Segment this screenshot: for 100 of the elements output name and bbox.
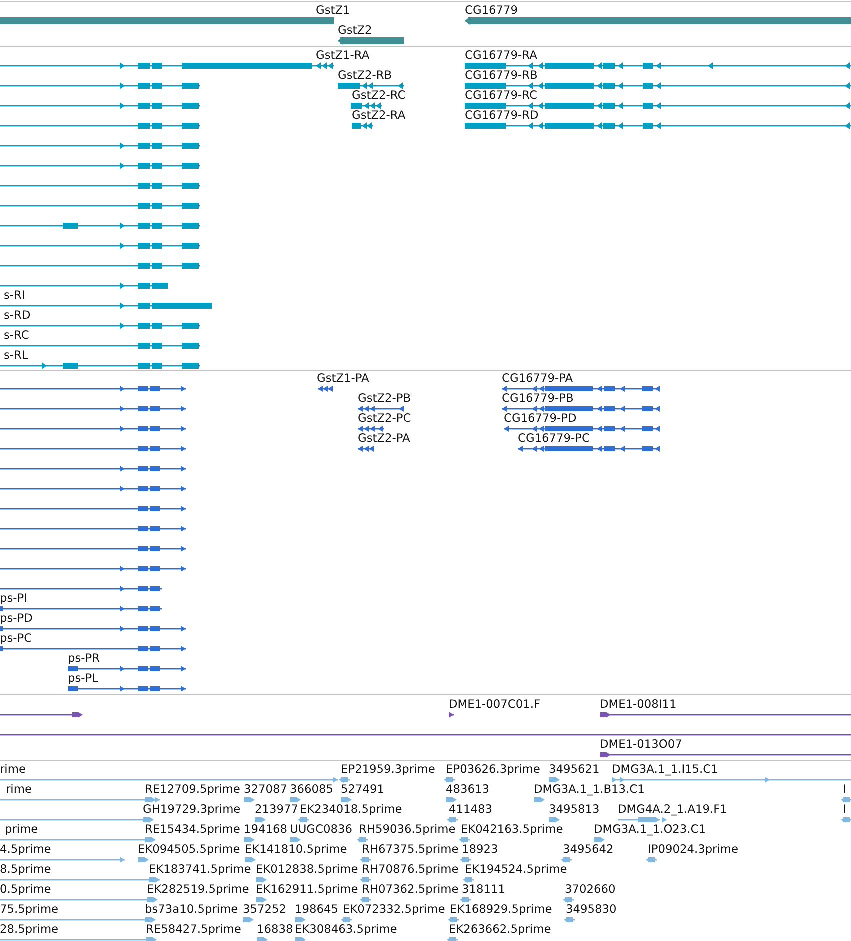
feature-label: I [843,803,846,816]
feature-label: CG16779-PB [502,392,574,405]
feature-label: s-RD [4,309,31,322]
est-glyph [290,797,301,803]
est-glyph [447,817,458,823]
feature-label: DME1-007C01.F [449,698,541,711]
feature-label: RH07362.5prime [362,883,459,896]
est-glyph [255,817,266,823]
feature-label: DMG3A.1_1.I15.C1 [612,763,718,776]
feature-label: ps-PI [0,592,28,605]
feature-label: CG16779-RC [465,89,538,102]
feature-label: CG16779-RB [465,69,538,82]
est-glyph [341,797,352,803]
est-glyph [244,837,255,843]
feature-label: GstZ2-RA [352,109,406,122]
feature-label: GstZ2-PA [358,432,410,445]
feature-label: EP03626.3prime [446,763,540,776]
est-glyph [360,857,371,863]
est-glyph [243,917,254,923]
feature-label: EK012838.5prime [256,863,358,876]
protein-glyph [358,426,384,432]
est-glyph [298,817,309,823]
est-glyph [341,917,352,923]
feature-label: 527491 [341,783,384,796]
feature-label: 28.5prime [0,923,59,936]
feature-label: CG16779-PA [502,372,574,385]
feature-label: GstZ2-PC [358,412,412,425]
est-glyph [360,877,371,883]
feature-label: ps-PC [0,632,32,645]
feature-label: CG16779 [465,4,518,17]
est-glyph [459,837,470,843]
feature-label: EK194524.5prime [465,863,568,876]
est-glyph [244,797,255,803]
feature-label: GstZ2-RB [338,69,392,82]
feature-label: CG16779-RD [465,109,539,122]
feature-label: RH67375.5prime [362,843,459,856]
transcript-glyph [351,102,382,110]
feature-label: GstZ1-RA [316,49,370,62]
feature-label: 366085 [290,783,334,796]
est-glyph [257,937,268,941]
est-glyph [138,857,149,863]
feature-label: ps-PR [68,652,100,665]
feature-label: EK141810.5prime [245,843,348,856]
feature-label: 3495813 [549,803,600,816]
feature-label: 411483 [449,803,492,816]
feature-label: GstZ1 [316,4,350,17]
clone-glyph [449,712,454,718]
protein-glyph [358,446,374,452]
feature-label: DME1-008I11 [600,698,677,711]
feature-label: CG16779-PC [518,432,590,445]
feature-label: EK072332.5prime [343,903,446,916]
est-glyph [561,857,572,863]
transcript-glyph [338,82,404,90]
est-glyph [841,817,851,823]
est-glyph [460,857,471,863]
feature-label: RE15434.5prime [145,823,240,836]
est-glyph [290,837,301,843]
feature-label: s-RL [4,349,28,362]
est-glyph [256,897,267,903]
feature-label: EP21959.3prime [341,763,436,776]
est-glyph [245,857,256,863]
feature-label: 318111 [462,883,506,896]
feature-label: 8.5prime [0,863,52,876]
feature-label: 18923 [462,843,498,856]
transcript-glyph [352,122,373,130]
est-glyph [618,817,667,823]
feature-label: DMG3A.1_1.B13.C1 [534,783,645,796]
feature-label: 357252 [243,903,286,916]
feature-label: 327087 [244,783,288,796]
feature-label: GstZ2-PB [358,392,412,405]
feature-label: DME1-013O07 [600,738,682,751]
feature-label: EK094505.5prime [138,843,240,856]
feature-label: 3495621 [549,763,600,776]
est-glyph [564,917,575,923]
feature-label: EK308463.5prime [295,923,398,936]
est-glyph [549,777,560,783]
est-glyph [447,937,458,941]
feature-label: prime [5,823,38,836]
est-glyph [360,897,371,903]
feature-label: EK282519.5prime [147,883,250,896]
protein-glyph [318,386,333,392]
feature-label: RH59036.5prime [359,823,456,836]
est-glyph [463,877,474,883]
est-glyph [295,937,306,941]
est-glyph [460,897,471,903]
feature-label: DMG3A.1_1.O23.C1 [594,823,706,836]
protein-glyph [358,406,404,412]
feature-label: GstZ1-PA [317,372,370,385]
feature-label: EK183741.5prime [149,863,252,876]
est-glyph [563,897,574,903]
est-glyph [841,797,851,803]
feature-label: 4.5prime [0,843,52,856]
feature-label: 3495642 [563,843,614,856]
est-glyph [256,877,267,883]
feature-label: s-RI [4,289,26,302]
feature-label: I [843,783,846,796]
feature-label: rime [6,783,32,796]
feature-label: ps-PD [0,612,33,625]
feature-label: EK162911.5prime [256,883,358,896]
feature-label: EK168929.5prime [450,903,552,916]
